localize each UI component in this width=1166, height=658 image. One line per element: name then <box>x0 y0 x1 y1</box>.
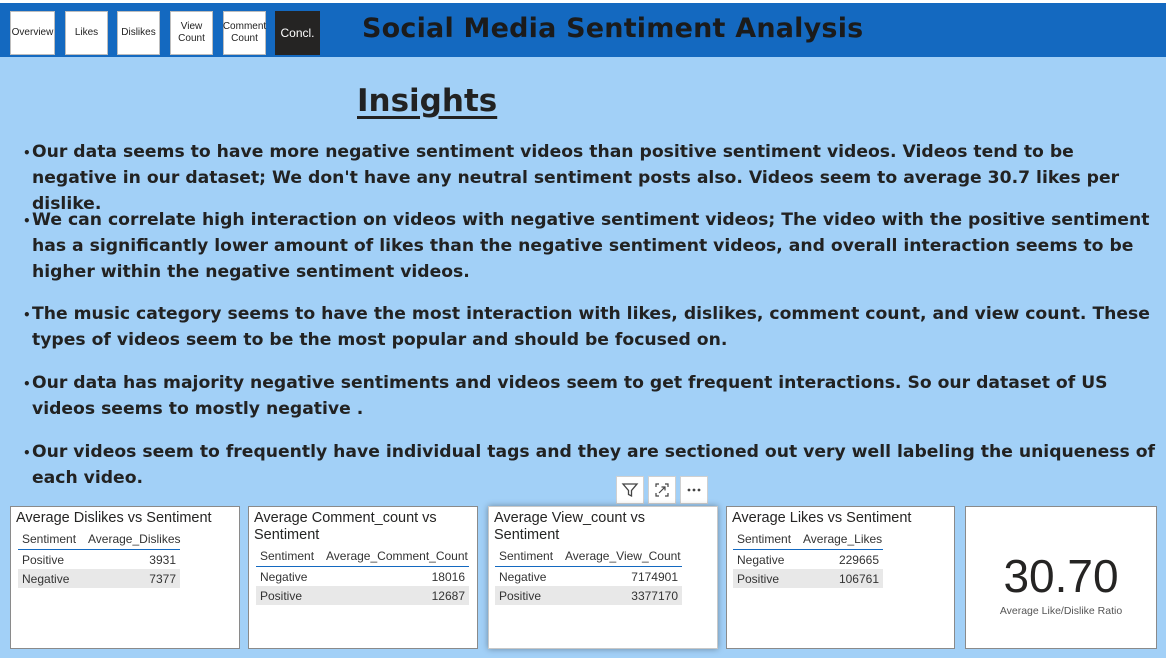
bullet-icon: • <box>23 308 31 322</box>
column-header[interactable]: Sentiment <box>495 549 559 563</box>
table-cell: Negative <box>737 552 785 567</box>
insights-heading: Insights <box>357 83 498 119</box>
table-cell: Negative <box>22 571 70 586</box>
table-row[interactable]: Positive 3377170 <box>495 586 682 605</box>
table-cell: Negative <box>260 569 308 584</box>
table-cell: Positive <box>737 571 780 586</box>
visual-header-toolbar <box>616 476 708 506</box>
table-header: Sentiment Average_Likes <box>733 529 883 550</box>
comment-count-table: Sentiment Average_Comment_Count Negative… <box>256 546 469 605</box>
more-options-icon[interactable] <box>680 476 708 504</box>
dislikes-table: Sentiment Average_Dislikes Positive 3931… <box>18 529 181 588</box>
table-header: Sentiment Average_Dislikes <box>18 529 181 550</box>
table-header: Sentiment Average_View_Count <box>495 546 682 567</box>
column-header[interactable]: Sentiment <box>256 549 320 563</box>
like-dislike-ratio-card[interactable]: 30.70 Average Like/Dislike Ratio <box>965 506 1157 649</box>
table-row[interactable]: Positive 12687 <box>256 586 469 605</box>
bullet-icon: • <box>23 377 31 391</box>
nav-button-view-count[interactable]: View Count <box>170 11 213 55</box>
nav-button-conclusion[interactable]: Concl. <box>275 11 320 55</box>
likes-table: Sentiment Average_Likes Negative 229665 … <box>733 529 883 588</box>
table-cell: Negative <box>499 569 547 584</box>
card-title: Average Comment_count vs Sentiment <box>254 510 437 543</box>
table-row[interactable]: Negative 18016 <box>256 567 469 586</box>
column-header[interactable]: Average_View_Count <box>559 549 682 563</box>
view-count-table-card[interactable]: Average View_count vs Sentiment Sentimen… <box>488 506 718 649</box>
likes-table-card[interactable]: Average Likes vs Sentiment Sentiment Ave… <box>726 506 955 649</box>
nav-button-likes[interactable]: Likes <box>65 11 108 55</box>
filter-icon[interactable] <box>616 476 644 504</box>
header-bar: Overview Likes Dislikes View Count Comme… <box>0 3 1166 57</box>
comment-count-table-card[interactable]: Average Comment_count vs Sentiment Senti… <box>248 506 478 649</box>
page-title: Social Media Sentiment Analysis <box>362 13 864 44</box>
table-cell: 12687 <box>431 588 465 603</box>
card-title: Average View_count vs Sentiment <box>494 510 646 543</box>
column-header[interactable]: Average_Dislikes <box>82 532 181 546</box>
nav-button-overview[interactable]: Overview <box>10 11 55 55</box>
table-cell: 7377 <box>149 571 176 586</box>
insight-text-1: Our data seems to have more negative sen… <box>32 142 1120 214</box>
table-cell: 3931 <box>149 552 176 567</box>
card-title: Average Likes vs Sentiment <box>732 510 912 526</box>
table-cell: Positive <box>260 588 303 603</box>
column-header[interactable]: Average_Likes <box>797 532 883 546</box>
bullet-icon: • <box>23 146 31 160</box>
insight-text-5: Our videos seem to frequently have indiv… <box>32 442 1156 488</box>
table-cell: 7174901 <box>631 569 678 584</box>
column-header[interactable]: Average_Comment_Count <box>320 549 469 563</box>
insight-text-2: We can correlate high interaction on vid… <box>32 210 1150 282</box>
nav-button-comment-count[interactable]: Comment Count <box>223 11 266 55</box>
view-count-table: Sentiment Average_View_Count Negative 71… <box>495 546 682 605</box>
table-cell: Positive <box>499 588 542 603</box>
table-header: Sentiment Average_Comment_Count <box>256 546 469 567</box>
column-header[interactable]: Sentiment <box>18 532 82 546</box>
table-row[interactable]: Positive 106761 <box>733 569 883 588</box>
insight-text-3: The music category seems to have the mos… <box>32 304 1150 350</box>
bullet-icon: • <box>23 214 31 228</box>
table-row[interactable]: Negative 7377 <box>18 569 180 588</box>
table-row[interactable]: Positive 3931 <box>18 550 180 569</box>
kpi-label: Average Like/Dislike Ratio <box>999 605 1123 617</box>
table-row[interactable]: Negative 229665 <box>733 550 883 569</box>
table-cell: 3377170 <box>631 588 678 603</box>
nav-button-dislikes[interactable]: Dislikes <box>117 11 160 55</box>
column-header[interactable]: Sentiment <box>733 532 797 546</box>
table-cell: 229665 <box>838 552 879 567</box>
insight-text-4: Our data has majority negative sentiment… <box>32 373 1108 419</box>
card-title: Average Dislikes vs Sentiment <box>16 510 212 526</box>
table-cell: 18016 <box>431 569 465 584</box>
bullet-icon: • <box>23 446 31 460</box>
table-cell: Positive <box>22 552 65 567</box>
focus-mode-icon[interactable] <box>648 476 676 504</box>
table-row[interactable]: Negative 7174901 <box>495 567 682 586</box>
dislikes-table-card[interactable]: Average Dislikes vs Sentiment Sentiment … <box>10 506 240 649</box>
kpi-value: 30.70 <box>1003 550 1119 602</box>
table-cell: 106761 <box>838 571 879 586</box>
